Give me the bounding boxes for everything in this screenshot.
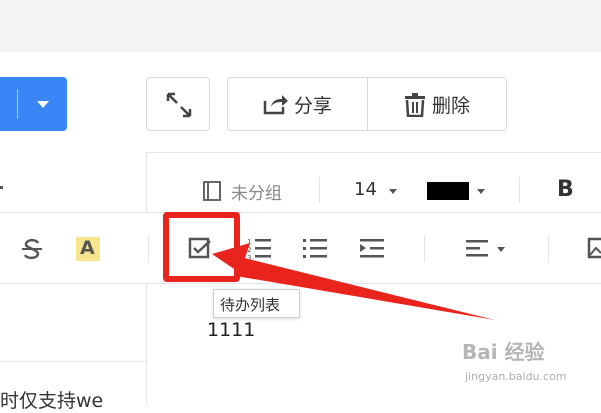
watermark-title: Bai 经验 xyxy=(462,340,545,364)
watermark: Bai 经验 jingyan.baidu.com xyxy=(462,336,592,396)
watermark-url: jingyan.baidu.com xyxy=(465,370,567,383)
